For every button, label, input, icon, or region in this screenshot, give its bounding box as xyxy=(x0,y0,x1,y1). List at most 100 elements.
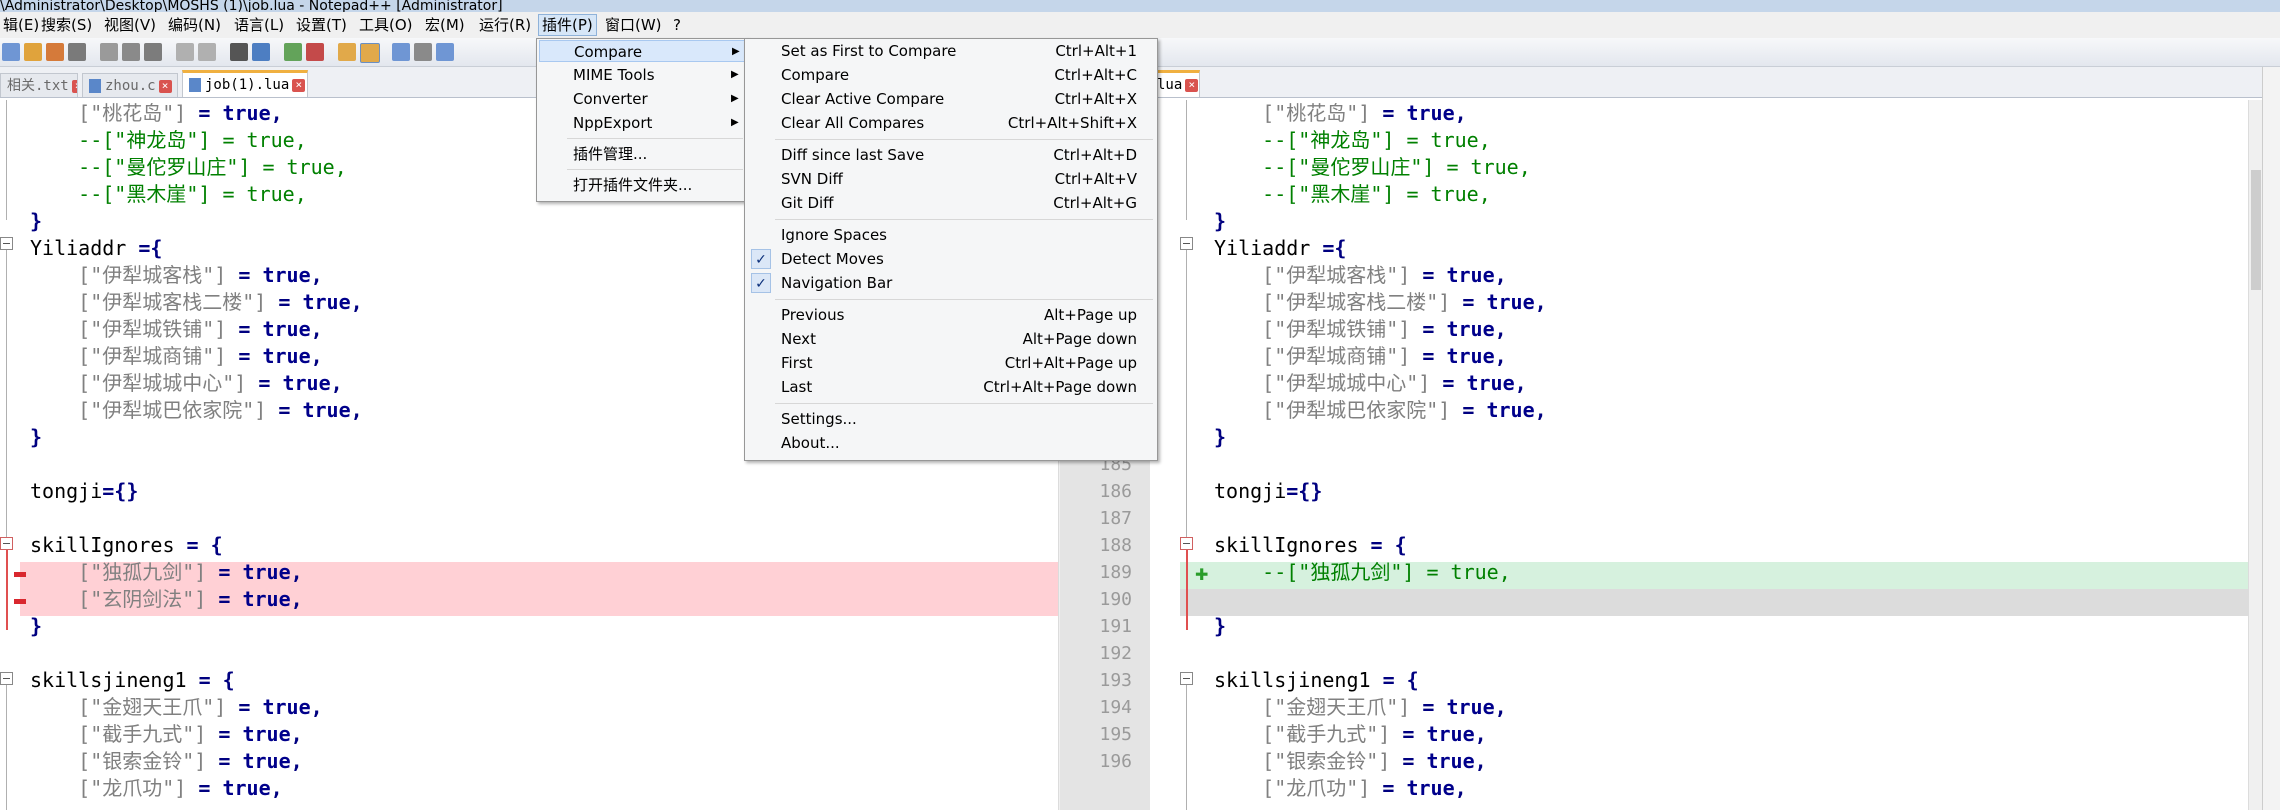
plugins-menu-mime-tools[interactable]: MIME Tools ▶ xyxy=(539,64,745,86)
compare-menu-next[interactable]: Next Alt+Page down xyxy=(747,328,1153,350)
menu-tools[interactable]: 工具(O) xyxy=(356,15,416,35)
sync-vertical-icon[interactable] xyxy=(338,43,356,61)
right-editor-pane[interactable]: ✚ ["桃花岛"] = true, --["神龙岛"] = true, --["… xyxy=(1150,100,2260,810)
code-line[interactable]: --["曼佗罗山庄"] = true, xyxy=(1214,154,1531,181)
sync-horizontal-icon[interactable] xyxy=(360,43,380,63)
compare-menu-compare[interactable]: Compare Ctrl+Alt+C xyxy=(747,64,1153,86)
code-line[interactable]: tongji={} xyxy=(30,478,138,505)
indent-guide-icon[interactable] xyxy=(436,43,454,61)
code-line[interactable]: } xyxy=(1214,208,1226,235)
scrollbar-thumb[interactable] xyxy=(2251,170,2261,290)
code-line[interactable]: ["银索金铃"] = true, xyxy=(30,748,303,775)
code-line[interactable]: ["桃花岛"] = true, xyxy=(30,100,283,127)
code-line[interactable]: } xyxy=(1214,424,1226,451)
menu-view[interactable]: 视图(V) xyxy=(101,15,159,35)
code-line[interactable]: ["伊犁城商铺"] = true, xyxy=(30,343,323,370)
code-line[interactable]: Yiliaddr ={ xyxy=(30,235,162,262)
code-line[interactable]: ["伊犁城铁铺"] = true, xyxy=(1214,316,1507,343)
zoom-in-icon[interactable] xyxy=(284,43,302,61)
copy-icon[interactable] xyxy=(122,43,140,61)
plugins-menu-plugin-admin[interactable]: 插件管理... xyxy=(539,143,745,165)
fold-toggle-icon[interactable] xyxy=(0,237,13,250)
tab-xiangguan[interactable]: 相关.txt× xyxy=(0,73,78,97)
compare-menu-clear-active-compare[interactable]: Clear Active Compare Ctrl+Alt+X xyxy=(747,88,1153,110)
code-line[interactable]: --["神龙岛"] = true, xyxy=(30,127,307,154)
code-line[interactable]: --["黑木崖"] = true, xyxy=(30,181,307,208)
code-line[interactable]: ["伊犁城城中心"] = true, xyxy=(1214,370,1527,397)
code-line[interactable]: ["金翅天王爪"] = true, xyxy=(1214,694,1507,721)
scrollbar[interactable] xyxy=(2248,100,2263,810)
code-line[interactable]: } xyxy=(30,208,42,235)
code-line[interactable]: } xyxy=(30,613,42,640)
close-icon[interactable]: × xyxy=(71,79,77,93)
close-icon[interactable]: × xyxy=(292,78,306,92)
compare-menu-last[interactable]: Last Ctrl+Alt+Page down xyxy=(747,376,1153,398)
code-line[interactable]: ["截手九式"] = true, xyxy=(30,721,303,748)
code-line[interactable]: skillIgnores = { xyxy=(30,532,223,559)
fold-toggle-icon[interactable] xyxy=(1180,672,1193,685)
compare-menu-first[interactable]: First Ctrl+Alt+Page up xyxy=(747,352,1153,374)
fold-toggle-icon[interactable] xyxy=(1180,537,1193,550)
compare-menu-previous[interactable]: Previous Alt+Page up xyxy=(747,304,1153,326)
code-line[interactable]: Yiliaddr ={ xyxy=(1214,235,1346,262)
find-icon[interactable] xyxy=(230,43,248,61)
code-line[interactable]: ["伊犁城客栈"] = true, xyxy=(30,262,323,289)
code-line[interactable]: skillIgnores = { xyxy=(1214,532,1407,559)
code-line[interactable]: } xyxy=(30,424,42,451)
compare-menu-navigation-bar[interactable]: ✓ Navigation Bar xyxy=(747,272,1153,294)
tab-job-lua[interactable]: job(1).lua × xyxy=(182,70,308,97)
compare-menu-diff-since-last-save[interactable]: Diff since last Save Ctrl+Alt+D xyxy=(747,144,1153,166)
code-line[interactable]: ["伊犁城巴依家院"] = true, xyxy=(30,397,363,424)
menu-plugins[interactable]: 插件(P) xyxy=(538,14,597,36)
fold-toggle-icon[interactable] xyxy=(0,672,13,685)
plugins-menu-compare[interactable]: Compare ▶ xyxy=(539,40,745,62)
menu-edit[interactable]: 辑(E) xyxy=(0,15,42,35)
compare-menu-svn-diff[interactable]: SVN Diff Ctrl+Alt+V xyxy=(747,168,1153,190)
code-line[interactable]: --["曼佗罗山庄"] = true, xyxy=(30,154,347,181)
code-line[interactable]: --["黑木崖"] = true, xyxy=(1214,181,1491,208)
menu-run[interactable]: 运行(R) xyxy=(476,15,534,35)
code-line[interactable]: --["独孤九剑"] = true, xyxy=(1214,559,1511,586)
code-line[interactable]: ["玄阴剑法"] = true, xyxy=(30,586,303,613)
code-line[interactable]: ["桃花岛"] = true, xyxy=(1214,100,1467,127)
code-line[interactable]: ["伊犁城巴依家院"] = true, xyxy=(1214,397,1547,424)
code-line[interactable]: tongji={} xyxy=(1214,478,1322,505)
menu-search[interactable]: 搜索(S) xyxy=(38,15,95,35)
code-line[interactable]: skillsjineng1 = { xyxy=(30,667,235,694)
code-line[interactable]: ["龙爪功"] = true, xyxy=(1214,775,1467,802)
code-line[interactable]: ["伊犁城客栈二楼"] = true, xyxy=(30,289,363,316)
plugins-menu-open-plugin-folder[interactable]: 打开插件文件夹... xyxy=(539,174,745,196)
code-line[interactable]: ["金翅天王爪"] = true, xyxy=(30,694,323,721)
code-line[interactable]: ["龙爪功"] = true, xyxy=(30,775,283,802)
show-all-chars-icon[interactable] xyxy=(414,43,432,61)
code-line[interactable]: skillsjineng1 = { xyxy=(1214,667,1419,694)
menu-help[interactable]: ? xyxy=(670,15,684,35)
code-line[interactable]: ["伊犁城商铺"] = true, xyxy=(1214,343,1507,370)
open-file-icon[interactable] xyxy=(24,43,42,61)
code-line[interactable]: --["神龙岛"] = true, xyxy=(1214,127,1491,154)
compare-menu-detect-moves[interactable]: ✓ Detect Moves xyxy=(747,248,1153,270)
fold-toggle-icon[interactable] xyxy=(0,537,13,550)
compare-menu-settings[interactable]: Settings... xyxy=(747,408,1153,430)
code-line[interactable]: } xyxy=(1214,613,1226,640)
compare-menu-ignore-spaces[interactable]: Ignore Spaces xyxy=(747,224,1153,246)
compare-menu-set-as-first-to-compare[interactable]: Set as First to Compare Ctrl+Alt+1 xyxy=(747,40,1153,62)
menu-macro[interactable]: 宏(M) xyxy=(422,15,468,35)
zoom-out-icon[interactable] xyxy=(306,43,324,61)
code-line[interactable]: ["截手九式"] = true, xyxy=(1214,721,1487,748)
new-file-icon[interactable] xyxy=(2,43,20,61)
word-wrap-icon[interactable] xyxy=(392,43,410,61)
close-icon[interactable]: × xyxy=(1185,78,1199,92)
plugins-menu-converter[interactable]: Converter ▶ xyxy=(539,88,745,110)
menu-settings[interactable]: 设置(T) xyxy=(293,15,350,35)
menu-language[interactable]: 语言(L) xyxy=(231,15,287,35)
save-icon[interactable] xyxy=(46,43,64,61)
menu-encoding[interactable]: 编码(N) xyxy=(165,15,224,35)
plugins-menu-nppexport[interactable]: NppExport ▶ xyxy=(539,112,745,134)
compare-menu-clear-all-compares[interactable]: Clear All Compares Ctrl+Alt+Shift+X xyxy=(747,112,1153,134)
menu-window[interactable]: 窗口(W) xyxy=(602,15,665,35)
compare-menu-git-diff[interactable]: Git Diff Ctrl+Alt+G xyxy=(747,192,1153,214)
code-line[interactable]: ["伊犁城客栈"] = true, xyxy=(1214,262,1507,289)
code-line[interactable]: ["银索金铃"] = true, xyxy=(1214,748,1487,775)
cut-icon[interactable] xyxy=(100,43,118,61)
